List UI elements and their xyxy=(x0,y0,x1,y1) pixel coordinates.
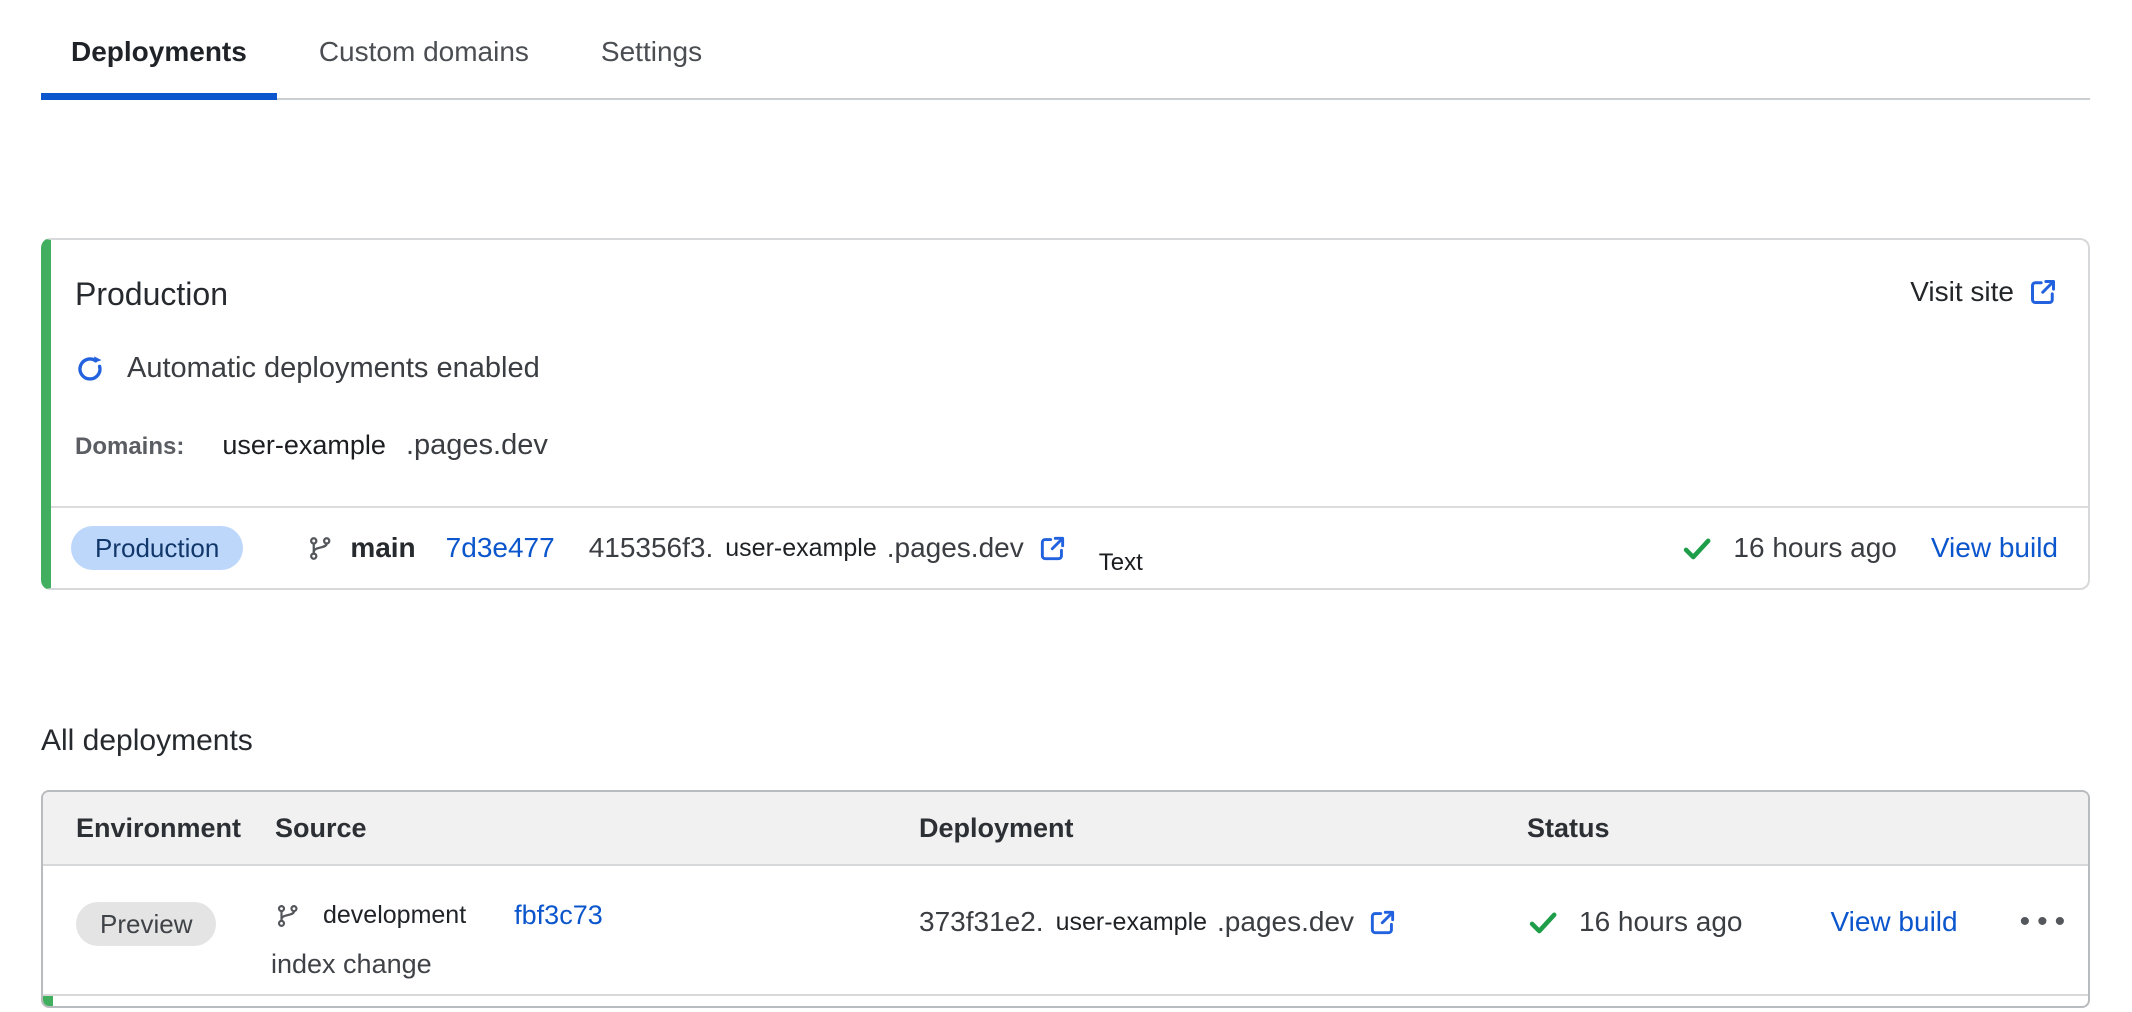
view-build-link[interactable]: View build xyxy=(1830,906,1957,938)
tab-custom-domains[interactable]: Custom domains xyxy=(289,14,559,98)
check-icon xyxy=(1527,906,1559,938)
environment-badge-preview: Preview xyxy=(76,902,216,946)
deployment-id: 415356f3. xyxy=(589,532,714,564)
commit-link[interactable]: fbf3c73 xyxy=(514,900,603,931)
deployment-time: 16 hours ago xyxy=(1733,532,1896,564)
tab-bar: Deployments Custom domains Settings xyxy=(41,14,2090,100)
visit-site-label: Visit site xyxy=(1910,276,2014,308)
column-header-source: Source xyxy=(275,813,919,844)
deployments-table: Environment Source Deployment Status Pre… xyxy=(41,790,2090,1008)
domains-row: Domains: user-example .pages.dev xyxy=(75,429,2058,462)
deployment-host: user-example xyxy=(725,534,876,563)
table-header-row: Environment Source Deployment Status xyxy=(43,792,2088,866)
project-domain-name: user-example xyxy=(222,430,386,461)
branch-name: main xyxy=(350,532,415,564)
project-domain-suffix: .pages.dev xyxy=(406,429,548,462)
auto-deployments-text: Automatic deployments enabled xyxy=(127,352,540,385)
refresh-icon xyxy=(75,354,105,384)
table-row: Preview development fbf3c73 xyxy=(43,866,2088,996)
deployment-suffix: .pages.dev xyxy=(887,532,1024,564)
deployment-suffix: .pages.dev xyxy=(1217,906,1354,938)
check-icon xyxy=(1681,532,1713,564)
next-row-green-bar xyxy=(43,996,53,1006)
visit-site-button[interactable]: Visit site xyxy=(1910,276,2058,308)
commit-message: index change xyxy=(271,949,919,980)
branch-name: development xyxy=(323,901,466,930)
git-branch-icon xyxy=(275,903,301,929)
view-build-link[interactable]: View build xyxy=(1931,532,2058,564)
note-label: Text xyxy=(1099,549,1143,577)
deployment-time: 16 hours ago xyxy=(1579,906,1742,938)
ellipsis-menu-icon[interactable]: ••• xyxy=(2020,907,2073,937)
external-link-icon[interactable] xyxy=(1368,908,1397,937)
deployment-host: user-example xyxy=(1056,908,1207,937)
deployments-page: Deployments Custom domains Settings Prod… xyxy=(0,0,2132,1012)
commit-link[interactable]: 7d3e477 xyxy=(446,532,555,564)
production-card-title: Production xyxy=(75,276,228,312)
column-header-status: Status xyxy=(1527,813,2088,844)
environment-badge-production: Production xyxy=(71,526,243,570)
column-header-environment: Environment xyxy=(76,813,275,844)
column-header-deployment: Deployment xyxy=(919,813,1527,844)
external-link-icon[interactable] xyxy=(1038,534,1067,563)
domains-label: Domains: xyxy=(75,433,184,461)
external-link-icon xyxy=(2028,277,2058,307)
tab-settings[interactable]: Settings xyxy=(571,14,732,98)
deployment-id: 373f31e2. xyxy=(919,906,1044,938)
production-card: Production Visit site xyxy=(41,238,2090,590)
git-branch-icon xyxy=(307,535,334,562)
tab-deployments[interactable]: Deployments xyxy=(41,14,277,98)
all-deployments-title: All deployments xyxy=(41,724,2132,758)
production-deployment-row: Production main 7d3e477 415356f3. user-e… xyxy=(51,506,2088,588)
